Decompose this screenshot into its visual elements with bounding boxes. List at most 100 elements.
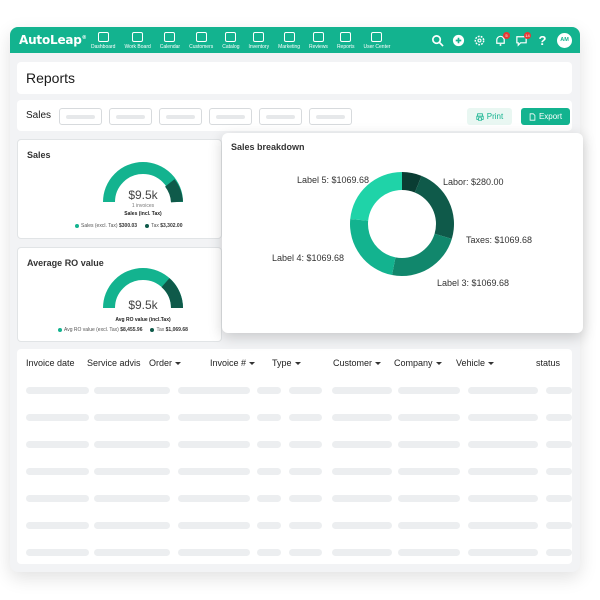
column-header-label: status: [536, 358, 561, 368]
legend-label: Sales (excl. Tax): [81, 223, 118, 229]
search-icon[interactable]: [431, 34, 444, 47]
filter-dropdown-5[interactable]: [259, 108, 302, 125]
nav-item-reports[interactable]: Reports: [336, 32, 355, 50]
export-button[interactable]: Export: [521, 108, 570, 125]
page-header: Reports: [17, 62, 572, 94]
reports-icon: [340, 32, 352, 42]
table-cell-placeholder: [398, 414, 460, 421]
table-cell-placeholder: [26, 468, 89, 475]
donut-slice-2[interactable]: [392, 233, 452, 276]
table-cell-placeholder: [289, 414, 322, 421]
reviews-icon: [312, 32, 324, 42]
caret-down-icon: [488, 362, 495, 366]
table-cell-placeholder: [178, 495, 250, 502]
nav-item-inventory[interactable]: Inventory: [249, 32, 269, 50]
table-cell-placeholder: [178, 441, 250, 448]
nav-item-label: Marketing: [278, 44, 301, 50]
nav-items: Dashboard Work Board Calendar Customers Cata…: [91, 27, 399, 53]
nav-item-customers[interactable]: Customers: [189, 32, 213, 50]
nav-item-label: Work Board: [124, 44, 151, 50]
nav-item-user-center[interactable]: User Center: [363, 32, 390, 50]
gear-icon[interactable]: [473, 34, 486, 47]
table-cell-placeholder: [468, 414, 538, 421]
nav-item-marketing[interactable]: Marketing: [278, 32, 300, 50]
column-header[interactable]: Order: [149, 358, 182, 368]
column-header[interactable]: Invoice date: [26, 358, 75, 368]
column-header[interactable]: Type: [272, 358, 301, 368]
column-header[interactable]: Company: [394, 358, 442, 368]
nav-item-work-board[interactable]: Work Board: [124, 32, 151, 50]
inventory-icon: [253, 32, 265, 42]
table-cell-placeholder: [468, 549, 538, 556]
table-cell-placeholder: [332, 522, 392, 529]
table-cell-placeholder: [257, 522, 281, 529]
table-cell-placeholder: [289, 495, 322, 502]
export-label: Export: [538, 112, 563, 121]
filter-dropdown-1[interactable]: [59, 108, 102, 125]
table-cell-placeholder: [398, 441, 460, 448]
column-header[interactable]: Invoice #: [210, 358, 256, 368]
column-header-label: Vehicle: [456, 358, 486, 368]
nav-item-catalog[interactable]: Catalog: [222, 32, 240, 50]
table-cell-placeholder: [398, 549, 460, 556]
slice-label-3: Label 3: $1069.68: [437, 278, 510, 288]
filter-dropdown-2[interactable]: [109, 108, 152, 125]
column-header[interactable]: Customer: [333, 358, 382, 368]
table-cell-placeholder: [398, 387, 460, 394]
nav-item-label: Reports: [336, 44, 355, 50]
table-cell-placeholder: [332, 468, 392, 475]
avg-ro-caption: Avg RO value (incl.Tax): [115, 317, 171, 323]
column-header[interactable]: Service advis: [87, 358, 141, 368]
table-cell-placeholder: [94, 549, 170, 556]
print-button[interactable]: Print: [467, 108, 512, 125]
table-cell-placeholder: [398, 495, 460, 502]
legend-label: Tax: [151, 223, 159, 229]
column-header[interactable]: Vehicle: [456, 358, 495, 368]
user-center-icon: [371, 32, 383, 42]
avg-ro-legend: Avg RO value (excl. Tax) $8,455.96 Tax $…: [58, 327, 188, 333]
sales-invoice-count: 1 invoices: [131, 203, 155, 209]
help-icon[interactable]: ?: [536, 33, 549, 48]
nav-actions: 5 14 ? AM: [431, 27, 572, 53]
customers-icon: [195, 32, 207, 42]
column-header-label: Company: [394, 358, 433, 368]
table-cell-placeholder: [94, 414, 170, 421]
table-cell-placeholder: [26, 522, 89, 529]
table-cell-placeholder: [94, 441, 170, 448]
brand-logo[interactable]: AutoLeap®: [19, 33, 91, 47]
table-cell-placeholder: [26, 387, 89, 394]
filter-dropdown-6[interactable]: [309, 108, 352, 125]
nav-item-label: Calendar: [159, 44, 181, 50]
megaphone-icon: [283, 32, 295, 42]
table-cell-placeholder: [332, 414, 392, 421]
nav-item-dashboard[interactable]: Dashboard: [91, 32, 115, 50]
calendar-icon: [164, 32, 176, 42]
sales-card-title: Sales: [27, 150, 51, 160]
column-header[interactable]: status: [536, 358, 560, 368]
table-cell-placeholder: [94, 522, 170, 529]
invoice-table: Invoice date Service advis Order Invoice # T…: [17, 349, 572, 564]
table-cell-placeholder: [546, 441, 572, 448]
dashboard-icon: [97, 32, 109, 42]
column-header-label: Service advis: [87, 358, 141, 368]
slice-label-taxes: Taxes: $1069.68: [466, 235, 533, 245]
add-icon[interactable]: [452, 34, 465, 47]
bell-icon[interactable]: 5: [494, 31, 510, 47]
nav-item-calendar[interactable]: Calendar: [160, 32, 180, 50]
table-cell-placeholder: [178, 387, 250, 394]
slice-label-labor: Labor: $280.00: [443, 177, 504, 187]
avg-ro-title: Average RO value: [27, 258, 104, 268]
slice-label-5: Label 5: $1069.68: [297, 175, 370, 185]
nav-item-reviews[interactable]: Reviews: [309, 32, 328, 50]
table-cell-placeholder: [257, 387, 281, 394]
avatar[interactable]: AM: [557, 32, 572, 48]
chat-icon[interactable]: 14: [515, 31, 531, 47]
table-cell-placeholder: [94, 495, 170, 502]
table-cell-placeholder: [289, 441, 322, 448]
caret-down-icon: [249, 362, 256, 366]
donut-slice-3[interactable]: [350, 218, 396, 276]
filter-dropdown-4[interactable]: [209, 108, 252, 125]
table-cell-placeholder: [26, 441, 89, 448]
filter-dropdown-3[interactable]: [159, 108, 202, 125]
table-cell-placeholder: [26, 414, 89, 421]
